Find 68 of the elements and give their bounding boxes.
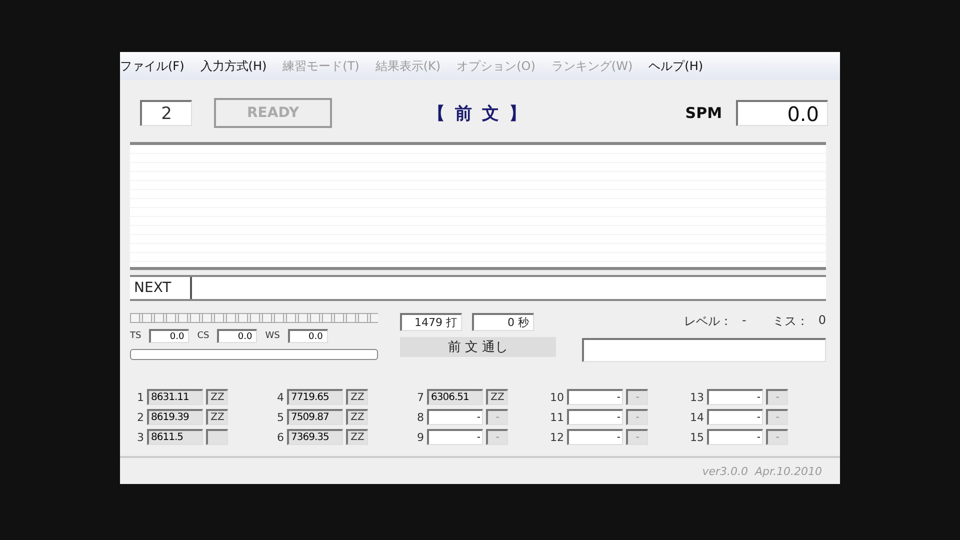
grade-field [206,429,228,445]
score-field: - [427,429,483,445]
rank-number: 7 [416,390,424,404]
spm-field: 0.0 [736,100,828,126]
rank-number: 3 [136,430,144,444]
score-field: 7719.65 [287,389,343,405]
grade-field: ZZ [486,389,508,405]
rank-number: 8 [416,410,424,424]
grade-field: - [626,409,648,425]
score-field: 8631.11 [147,389,203,405]
rank-number: 13 [689,390,704,404]
grade-field: - [626,429,648,445]
score-field: 6306.51 [427,389,483,405]
menu-item[interactable]: 入力方式(H) [200,58,267,74]
next-line-field: NEXT [130,275,826,301]
miss-value: 0 [818,313,826,329]
menu-item[interactable]: ヘルプ(H) [648,58,704,74]
grade-field: - [486,429,508,445]
rank-number: 15 [689,430,704,444]
grade-field: - [626,389,648,405]
level-value: - [742,313,746,329]
speed-field: 0.0 [217,329,258,343]
input-field[interactable] [582,338,826,362]
grade-field: ZZ [206,409,228,425]
score-field: - [567,409,623,425]
grade-field: - [486,409,508,425]
seconds-field: 0 秒 [472,313,534,331]
version-text: ver3.0.0 Apr.10.2010 [702,464,822,478]
grade-field: - [766,389,788,405]
rank-number: 1 [136,390,144,404]
rank-number: 9 [416,430,424,444]
menu-item[interactable]: ファイル(F) [120,58,184,74]
score-field: - [567,389,623,405]
score-field: 8619.39 [147,409,203,425]
speed-field: 0.0 [149,329,190,343]
score-field: - [707,389,763,405]
grade-field: - [766,429,788,445]
rank-number: 2 [136,410,144,424]
speed-field: 0.0 [288,329,328,343]
score-field: - [707,429,763,445]
grade-field: ZZ [346,389,368,405]
score-field: - [707,409,763,425]
speed-label: TS [130,331,142,341]
mode-title: 【 前 文 】 [428,102,528,124]
level-label: レベル： [684,313,732,330]
miss-label: ミス： [772,313,808,330]
score-field: 7369.35 [287,429,343,445]
rank-number: 6 [276,430,284,444]
score-field: - [427,409,483,425]
rank-number: 11 [549,410,564,424]
speed-label: WS [265,331,280,341]
mode-button[interactable]: 前 文 通し [400,337,556,357]
rank-number: 10 [549,390,564,404]
spm-label: SPM [685,104,722,122]
grade-field: ZZ [346,429,368,445]
rank-number: 14 [689,410,704,424]
speed-label: CS [197,331,210,341]
rank-number: 4 [276,390,284,404]
grade-field: - [766,409,788,425]
score-field: - [567,429,623,445]
rank-number: 12 [549,430,564,444]
grade-field: ZZ [346,409,368,425]
rank-number: 5 [276,410,284,424]
score-field: 7509.87 [287,409,343,425]
keystroke-field: 1479 打 [400,313,462,331]
score-field: 8611.5 [147,429,203,445]
count-field: 2 [140,100,192,126]
grade-field: ZZ [206,389,228,405]
